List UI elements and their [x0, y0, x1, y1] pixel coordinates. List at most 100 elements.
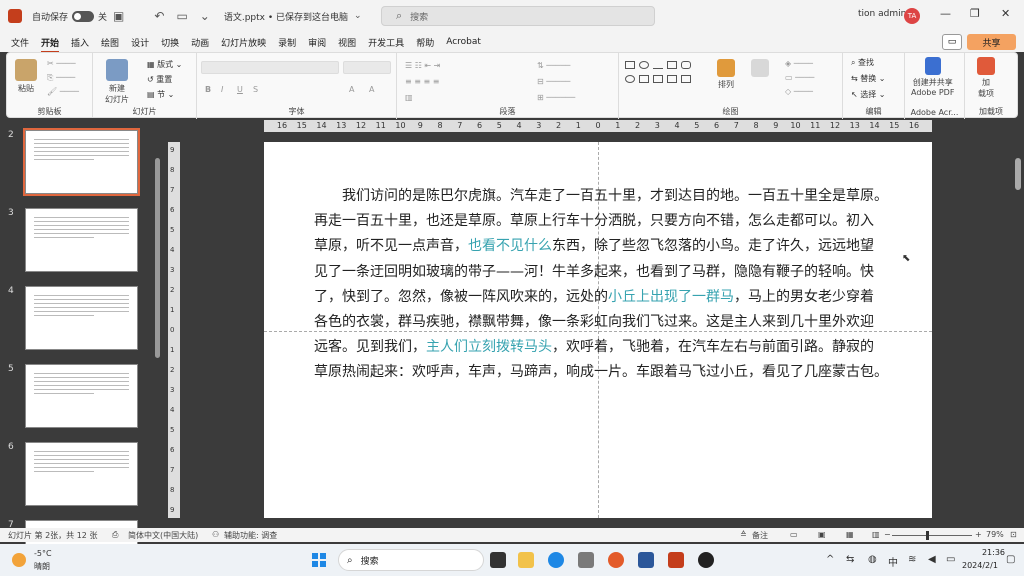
task-view-icon[interactable] — [490, 552, 506, 568]
user-name[interactable]: tion admin — [858, 9, 906, 19]
shape-brace-icon[interactable] — [681, 75, 691, 83]
clock-time[interactable]: 21:36 — [975, 548, 1005, 557]
font-color-icon[interactable]: A — [349, 85, 354, 94]
comments-icon[interactable]: ▭ — [790, 530, 798, 539]
taskbar-search[interactable]: ⌕ 搜索 — [338, 549, 484, 571]
bold-button[interactable]: B — [205, 85, 211, 94]
highlight-icon[interactable]: A — [369, 85, 374, 94]
section-button[interactable]: ▤ 节 ⌄ — [147, 89, 174, 100]
firefox-icon[interactable] — [608, 552, 624, 568]
tab-11[interactable]: 开发工具 — [368, 36, 404, 49]
wifi-icon[interactable]: ≋ — [908, 554, 916, 565]
align-text-icon[interactable]: ⊟ ───── — [537, 77, 570, 86]
columns-icon[interactable]: ▥ — [405, 93, 413, 102]
comment-button[interactable]: ▭ — [942, 34, 962, 50]
layout-button[interactable]: ▦ 版式 ⌄ — [147, 59, 182, 70]
align-icons[interactable]: ≡ ≡ ≡ ≡ — [405, 77, 439, 86]
weather-desc[interactable]: 晴朗 — [34, 561, 50, 572]
file-explorer-icon[interactable] — [518, 552, 534, 568]
weather-temp[interactable]: -5°C — [34, 549, 52, 558]
zoom-in-icon[interactable]: + — [975, 530, 982, 539]
main-scrollbar[interactable] — [1015, 158, 1021, 190]
tab-6[interactable]: 动画 — [191, 36, 209, 49]
zoom-slider[interactable] — [892, 535, 972, 536]
fit-window-icon[interactable]: ⊡ — [1010, 530, 1017, 539]
word-icon[interactable] — [638, 552, 654, 568]
tray-app-icon[interactable]: ⇆ — [846, 554, 854, 565]
find-button[interactable]: ⌕ 查找 — [851, 57, 874, 68]
volume-icon[interactable]: ◀ — [928, 554, 936, 565]
clock-date[interactable]: 2024/2/1 — [962, 561, 998, 570]
accessibility[interactable]: 辅助功能: 调查 — [224, 530, 277, 541]
language[interactable]: 简体中文(中国大陆) — [128, 530, 198, 541]
powerpoint-icon[interactable] — [668, 552, 684, 568]
restore-icon[interactable]: ❐ — [970, 7, 980, 20]
shape-triangle-icon[interactable] — [639, 75, 649, 83]
tab-8[interactable]: 录制 — [278, 36, 296, 49]
tab-3[interactable]: 绘图 — [101, 36, 119, 49]
customize-icon[interactable]: ⌄ — [200, 9, 210, 23]
tab-1[interactable]: 开始 — [41, 36, 60, 53]
shape-rect-icon[interactable] — [625, 61, 635, 69]
start-button[interactable] — [312, 553, 326, 567]
battery-icon[interactable]: ▭ — [946, 554, 955, 565]
weather-icon[interactable] — [12, 553, 26, 567]
shape-line-icon[interactable] — [653, 61, 663, 69]
undo-icon[interactable]: ↶ — [154, 9, 164, 23]
autosave-toggle[interactable] — [72, 10, 95, 22]
slide-thumbnail[interactable] — [25, 208, 138, 272]
slide-thumbnail[interactable] — [25, 364, 138, 428]
font-family-select[interactable] — [201, 61, 339, 74]
edge-icon[interactable] — [548, 552, 564, 568]
format-painter-icon[interactable]: 🖌 ──── — [47, 87, 79, 96]
minimize-icon[interactable]: — — [940, 7, 951, 20]
italic-button[interactable]: I — [221, 85, 223, 94]
ime-indicator[interactable]: 中 — [888, 554, 898, 569]
shape-effects-icon[interactable]: ◇ ──── — [785, 87, 813, 96]
shape-star-icon[interactable] — [667, 75, 677, 83]
zoom-level[interactable]: 79% — [986, 530, 1004, 539]
share-button[interactable]: 共享 — [967, 34, 1016, 50]
slide-canvas[interactable]: 我们访问的是陈巴尔虎旗。汽车走了一百五十里，才到达目的地。一百五十里全是草原。再… — [264, 142, 932, 518]
paste-button[interactable]: 粘贴 — [15, 59, 37, 94]
new-slide-button[interactable]: 新建 幻灯片 — [105, 59, 129, 105]
shape-arrow-icon[interactable] — [653, 75, 663, 83]
close-icon[interactable]: ✕ — [1001, 7, 1010, 20]
quick-styles-button[interactable] — [751, 59, 769, 79]
present-icon[interactable]: ▭ — [176, 9, 187, 23]
shape-textbox-icon[interactable] — [667, 61, 677, 69]
search-box[interactable]: ⌕ 搜索 — [381, 6, 655, 26]
copy-icon[interactable]: ⎘ ──── — [47, 73, 75, 83]
tab-12[interactable]: 帮助 — [416, 36, 434, 49]
slide-count[interactable]: 幻灯片 第 2张，共 12 张 — [8, 530, 97, 541]
tab-4[interactable]: 设计 — [131, 36, 149, 49]
tab-7[interactable]: 幻灯片放映 — [221, 36, 266, 49]
adobe-create-button[interactable]: 创建并共享 Adobe PDF — [911, 57, 954, 97]
slide-thumbnail[interactable] — [25, 442, 138, 506]
panel-scrollbar[interactable] — [155, 158, 160, 358]
notes-button[interactable]: 备注 — [752, 530, 768, 541]
zoom-out-icon[interactable]: − — [884, 530, 891, 539]
shape-oval-icon[interactable] — [639, 61, 649, 69]
tab-0[interactable]: 文件 — [11, 36, 29, 49]
document-title[interactable]: 语文.pptx • 已保存到这台电脑 — [224, 10, 348, 23]
save-icon[interactable]: ▣ — [113, 9, 124, 23]
shape-circle-icon[interactable] — [625, 75, 635, 83]
strikethrough-button[interactable]: S — [253, 85, 258, 94]
reset-button[interactable]: ↺ 重置 — [147, 74, 172, 85]
shape-outline-icon[interactable]: ▭ ──── — [785, 73, 814, 82]
mic-icon[interactable]: ◍ — [868, 554, 877, 565]
normal-view-icon[interactable]: ▣ — [818, 530, 826, 539]
select-button[interactable]: ↖ 选择 ⌄ — [851, 89, 886, 100]
app-icon[interactable] — [698, 552, 714, 568]
arrange-button[interactable]: 排列 — [717, 59, 735, 90]
slide-text-box[interactable]: 我们访问的是陈巴尔虎旗。汽车走了一百五十里，才到达目的地。一百五十里全是草原。再… — [314, 184, 934, 386]
shape-fill-icon[interactable]: ◈ ──── — [785, 59, 813, 68]
tab-9[interactable]: 审阅 — [308, 36, 326, 49]
sorter-view-icon[interactable]: ▦ — [846, 530, 854, 539]
font-size-select[interactable] — [343, 61, 391, 74]
chevron-up-icon[interactable]: ^ — [826, 554, 834, 565]
tab-10[interactable]: 视图 — [338, 36, 356, 49]
slide-thumbnail[interactable] — [25, 286, 138, 350]
cut-icon[interactable]: ✂ ──── — [47, 59, 76, 68]
